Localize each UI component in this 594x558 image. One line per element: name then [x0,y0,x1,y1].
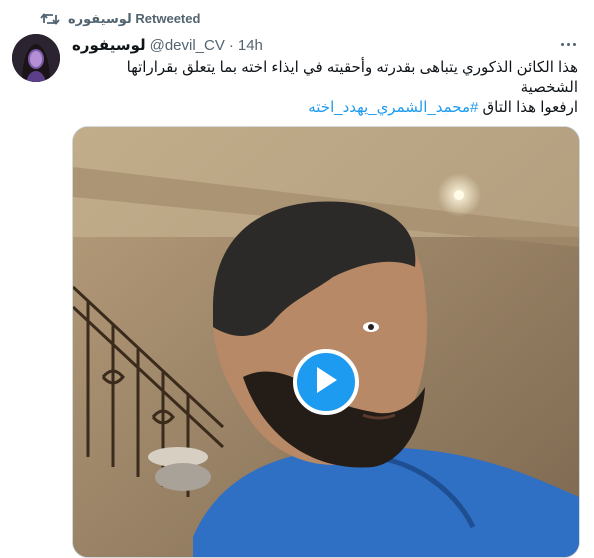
tweet-timestamp[interactable]: 14h [238,37,263,54]
user-handle[interactable]: @devil_CV [150,37,225,54]
separator-dot: · [228,36,234,54]
video-player[interactable] [72,126,580,558]
tweet-header: لوسيفوره @devil_CV · 14h [72,36,263,55]
hashtag-link[interactable]: #محمد_الشمري_يهدد_اخته [308,99,478,116]
video-thumbnail [73,127,579,557]
play-icon [313,365,339,400]
tweet-text-line1: هذا الكائن الذكوري يتباهى بقدرته وأحقيته… [126,59,578,96]
more-icon[interactable] [554,34,582,54]
tweet-text: هذا الكائن الذكوري يتباهى بقدرته وأحقيته… [72,58,578,118]
tweet-text-prefix: ارفعوا هذا التاق [478,99,578,116]
tweet-text-line2: ارفعوا هذا التاق #محمد_الشمري_يهدد_اخته [72,98,578,118]
play-button[interactable] [293,349,359,415]
retweeted-by-label[interactable]: لوسيفوره Retweeted [68,11,200,27]
display-name[interactable]: لوسيفوره [72,36,146,54]
avatar[interactable] [12,34,60,82]
retweet-icon [40,11,60,27]
retweet-indicator: لوسيفوره Retweeted [40,10,200,28]
